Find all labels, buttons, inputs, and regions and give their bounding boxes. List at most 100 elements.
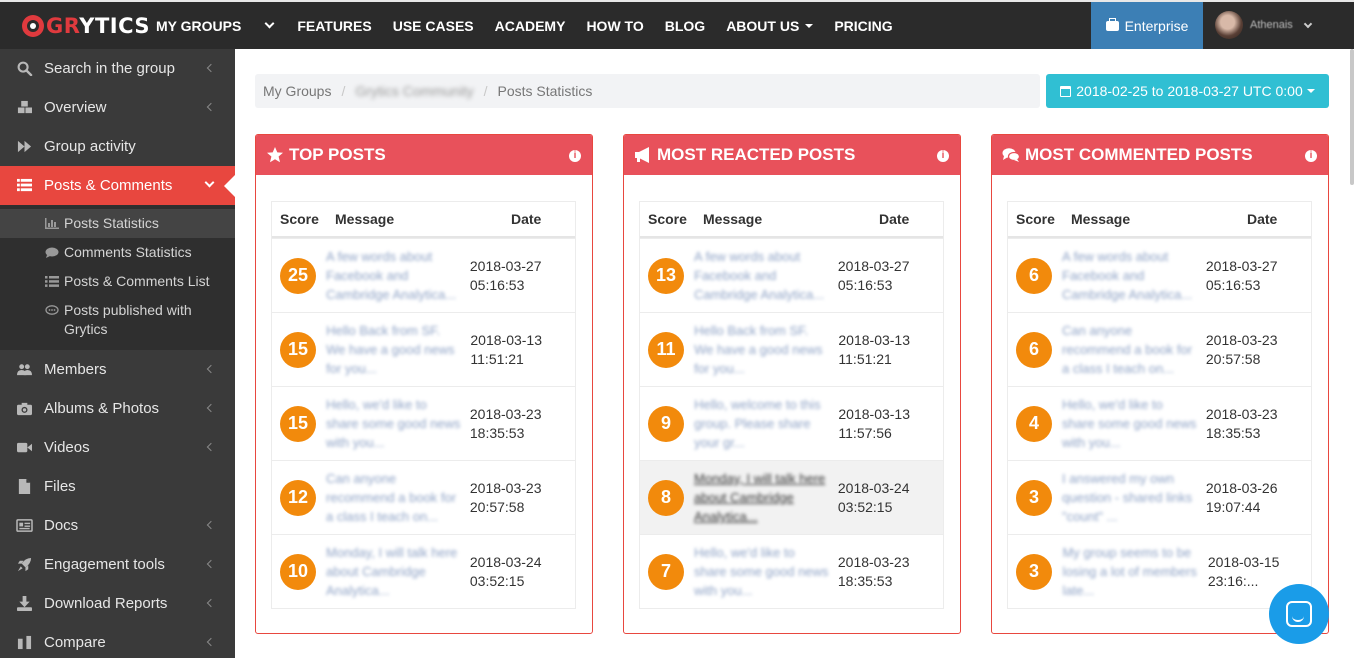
table-row[interactable]: 8 Monday, I will talk here about Cambridg…: [640, 460, 943, 534]
date-range-button[interactable]: 2018-02-25 to 2018-03-27 UTC 0:00: [1046, 74, 1329, 108]
sidebar-item-files[interactable]: Files: [0, 467, 235, 506]
post-date: 2018-03-23 18:35:53: [1205, 405, 1278, 441]
table-row[interactable]: 12 Can anyone recommend a book for a clas…: [272, 460, 575, 534]
table-row[interactable]: 15 Hello Back from SF. We have a good new…: [272, 312, 575, 386]
grytics-logo[interactable]: GRYTICS: [22, 13, 150, 39]
info-icon[interactable]: i: [937, 150, 949, 162]
sidebar-item-posts-comments[interactable]: Posts & Comments: [0, 166, 235, 205]
chevron-left-icon: [206, 364, 216, 374]
chevron-left-icon: [206, 559, 216, 569]
briefcase-icon: [1105, 17, 1119, 31]
nav-how-to[interactable]: HOW TO: [586, 18, 643, 34]
post-message[interactable]: Hello, we'd like to share some good news…: [318, 395, 462, 452]
post-date: 2018-03-24 03:52:15: [837, 479, 910, 515]
table-row[interactable]: 3 My group seems to be losing a lot of me…: [1008, 534, 1311, 608]
post-message[interactable]: Hello Back from SF. We have a good news …: [686, 321, 830, 378]
video-camera-icon: [17, 442, 32, 453]
logo-icon: [22, 15, 44, 37]
calendar-icon: [1060, 85, 1072, 97]
table-row[interactable]: 10 Monday, I will talk here about Cambrid…: [272, 534, 575, 608]
sidebar-item-videos[interactable]: Videos: [0, 428, 235, 467]
post-message[interactable]: Monday, I will talk here about Cambridge…: [686, 469, 830, 526]
nav-use-cases[interactable]: USE CASES: [393, 18, 474, 34]
chat-launcher-button[interactable]: [1269, 584, 1329, 644]
breadcrumb-group-name[interactable]: Grytics Community: [355, 83, 473, 99]
table-row[interactable]: 15 Hello, we'd like to share some good ne…: [272, 386, 575, 460]
avatar: [1215, 11, 1243, 39]
caret-down-icon: [805, 23, 814, 28]
nav-about-us[interactable]: ABOUT US: [726, 18, 814, 34]
score-badge: 12: [280, 479, 316, 516]
post-message[interactable]: Can anyone recommend a book for a class …: [318, 469, 462, 526]
sidebar-item-albums-photos[interactable]: Albums & Photos: [0, 389, 235, 428]
search-icon: [17, 61, 33, 76]
info-icon[interactable]: i: [569, 150, 581, 162]
chevron-down-icon: [204, 177, 215, 188]
post-message[interactable]: Hello Back from SF. We have a good news …: [318, 321, 462, 378]
table-row[interactable]: 7 Hello, we'd like to share some good new…: [640, 534, 943, 608]
sidebar-item-search[interactable]: Search in the group: [0, 49, 235, 88]
panel-header: TOP POSTS i: [256, 135, 592, 175]
post-date: 2018-03-27 05:16:53: [469, 257, 542, 293]
table-row[interactable]: 4 Hello, we'd like to share some good new…: [1008, 386, 1311, 460]
sidebar-item-compare[interactable]: Compare: [0, 623, 235, 658]
user-menu[interactable]: Athenais: [1215, 11, 1313, 39]
post-date: 2018-03-13 11:51:21: [470, 331, 543, 367]
post-message[interactable]: Can anyone recommend a book for a class …: [1054, 321, 1198, 378]
page-scrollbar[interactable]: [1350, 49, 1354, 185]
post-date: 2018-03-23 20:57:58: [469, 479, 542, 515]
post-message[interactable]: A few words about Facebook and Cambridge…: [1054, 247, 1198, 304]
table-row[interactable]: 25 A few words about Facebook and Cambrid…: [272, 238, 575, 312]
most-reacted-posts-panel: MOST REACTED POSTS i Score Message Date …: [623, 134, 961, 634]
chevron-left-icon: [206, 102, 216, 112]
post-date: 2018-03-27 05:16:53: [837, 257, 910, 293]
submenu-posts-published-with-grytics[interactable]: Posts published with Grytics: [0, 296, 235, 344]
table-row[interactable]: 3I answered my own question - shared lin…: [1008, 460, 1311, 534]
score-badge: 13: [648, 257, 684, 294]
comment-icon: [45, 247, 59, 258]
chevron-left-icon: [206, 442, 216, 452]
enterprise-button[interactable]: Enterprise: [1091, 2, 1203, 49]
table-row[interactable]: 6A few words about Facebook and Cambridg…: [1008, 238, 1311, 312]
submenu-posts-statistics[interactable]: Posts Statistics: [0, 209, 235, 238]
score-badge: 4: [1016, 405, 1052, 442]
fast-forward-icon: [17, 140, 32, 153]
nav-my-groups[interactable]: MY GROUPS: [156, 18, 241, 34]
sidebar-item-download-reports[interactable]: Download Reports: [0, 584, 235, 623]
nav-academy[interactable]: ACADEMY: [495, 18, 566, 34]
table-row[interactable]: 6 Can anyone recommend a book for a class…: [1008, 312, 1311, 386]
submenu-comments-statistics[interactable]: Comments Statistics: [0, 238, 235, 267]
chevron-left-icon: [206, 520, 216, 530]
info-icon[interactable]: i: [1305, 150, 1317, 162]
nav-pricing[interactable]: PRICING: [834, 18, 892, 34]
post-message[interactable]: A few words about Facebook and Cambridge…: [318, 247, 462, 304]
users-icon: [17, 364, 32, 376]
post-message[interactable]: I answered my own question - shared link…: [1054, 469, 1198, 526]
sidebar: Search in the group Overview Group activ…: [0, 49, 235, 658]
nav-features[interactable]: FEATURES: [297, 18, 371, 34]
chevron-down-icon: [1303, 19, 1313, 28]
post-message[interactable]: My group seems to be losing a lot of mem…: [1054, 543, 1199, 600]
score-badge: 15: [280, 405, 316, 442]
my-groups-chevron-icon[interactable]: [264, 18, 275, 29]
nav-blog[interactable]: BLOG: [665, 18, 705, 34]
breadcrumb-my-groups[interactable]: My Groups: [263, 83, 331, 99]
table-row[interactable]: 9 Hello, welcome to this group. Please sh…: [640, 386, 943, 460]
post-message[interactable]: A few words about Facebook and Cambridge…: [686, 247, 830, 304]
camera-icon: [17, 402, 32, 416]
sidebar-item-engagement-tools[interactable]: Engagement tools: [0, 545, 235, 584]
sidebar-item-members[interactable]: Members: [0, 350, 235, 389]
table-row[interactable]: 13 A few words about Facebook and Cambrid…: [640, 238, 943, 312]
sidebar-item-group-activity[interactable]: Group activity: [0, 127, 235, 166]
sidebar-item-overview[interactable]: Overview: [0, 88, 235, 127]
score-badge: 11: [648, 331, 684, 368]
post-message[interactable]: Hello, welcome to this group. Please sha…: [686, 395, 830, 452]
post-message[interactable]: Hello, we'd like to share some good news…: [686, 543, 830, 600]
post-message[interactable]: Hello, we'd like to share some good news…: [1054, 395, 1198, 452]
submenu-posts-comments-list[interactable]: Posts & Comments List: [0, 267, 235, 296]
file-icon: [18, 479, 31, 494]
table-row[interactable]: 11 Hello Back from SF. We have a good new…: [640, 312, 943, 386]
post-message[interactable]: Monday, I will talk here about Cambridge…: [318, 543, 462, 600]
sidebar-item-docs[interactable]: Docs: [0, 506, 235, 545]
chevron-left-icon: [206, 403, 216, 413]
